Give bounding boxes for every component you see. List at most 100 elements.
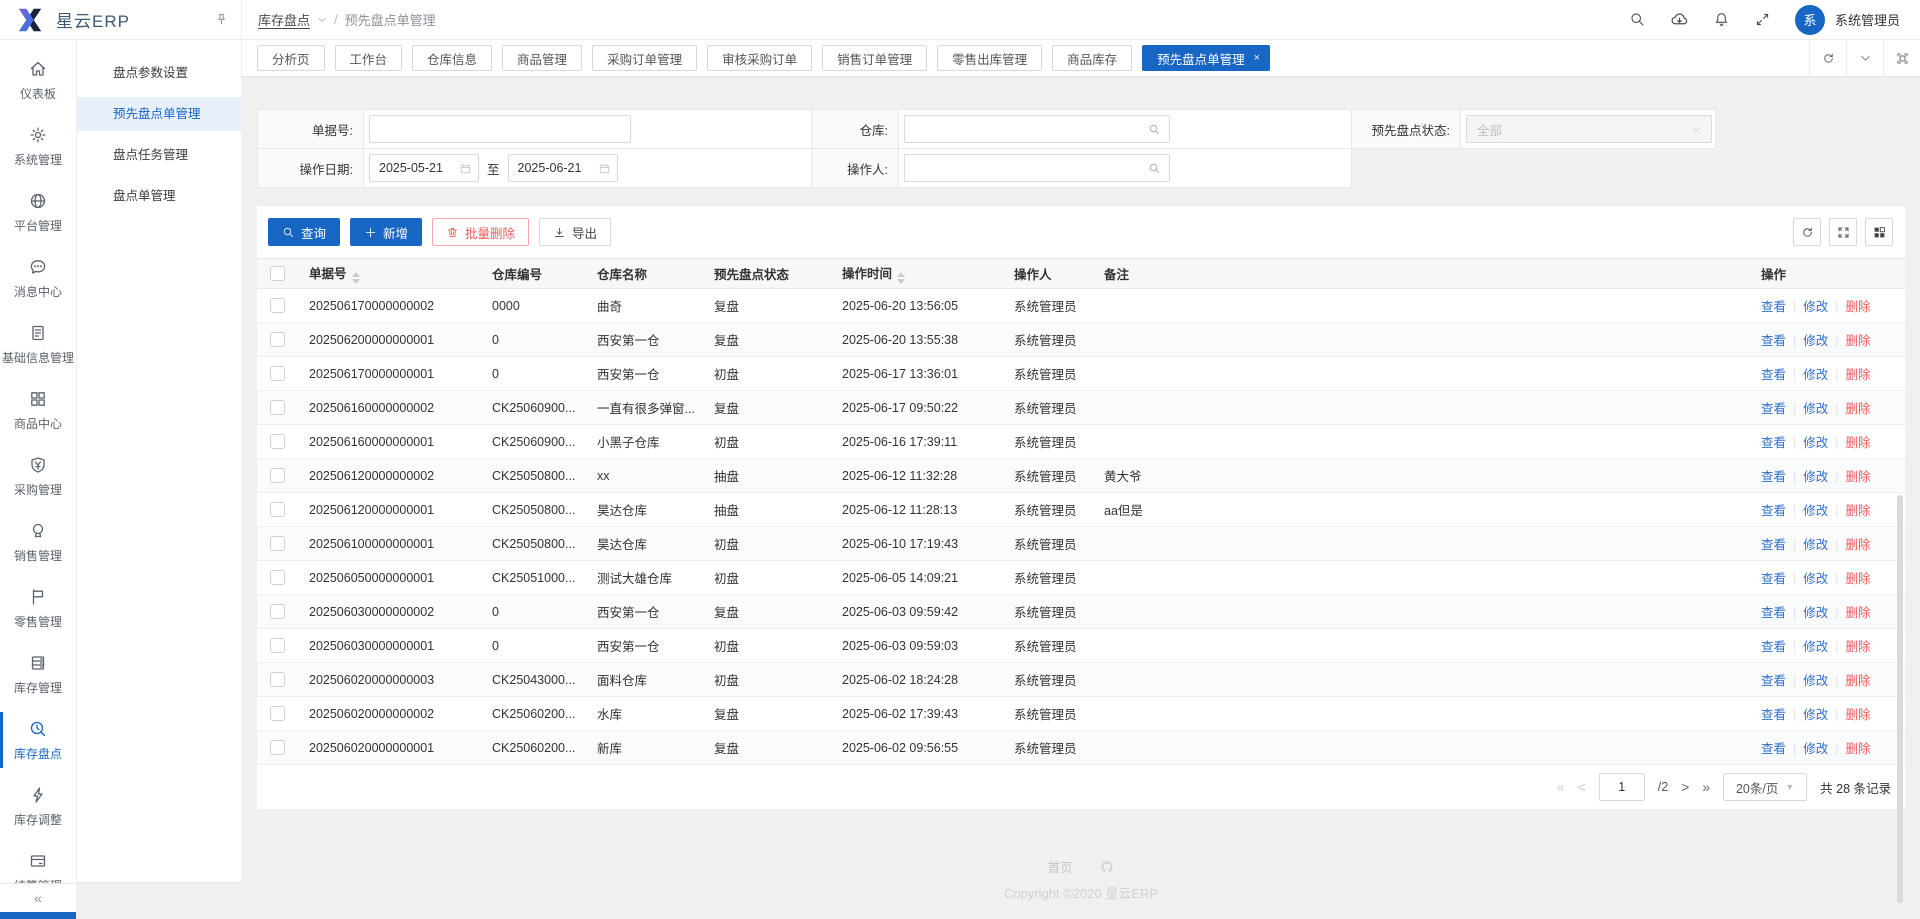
add-button[interactable]: 新增 [350,218,422,246]
delete-link[interactable]: 删除 [1846,402,1871,416]
sidebar-item-grid[interactable]: 商品中心 [0,386,76,434]
last-page-button[interactable]: » [1702,779,1710,795]
operator-search-icon[interactable] [1148,162,1161,175]
view-link[interactable]: 查看 [1761,436,1786,450]
row-checkbox[interactable] [270,366,285,381]
delete-link[interactable]: 删除 [1846,538,1871,552]
edit-link[interactable]: 修改 [1803,538,1828,552]
sidebar-item-stocktake[interactable]: 库存盘点 [0,716,76,764]
view-link[interactable]: 查看 [1761,538,1786,552]
tab-9[interactable]: 预先盘点单管理× [1142,45,1270,71]
submenu-item-1[interactable]: 预先盘点单管理 [77,97,241,131]
edit-link[interactable]: 修改 [1803,606,1828,620]
delete-link[interactable]: 删除 [1846,640,1871,654]
delete-link[interactable]: 删除 [1846,708,1871,722]
tab-0[interactable]: 分析页 [257,45,325,71]
sidebar-item-globe[interactable]: 平台管理 [0,188,76,236]
edit-link[interactable]: 修改 [1803,708,1828,722]
view-link[interactable]: 查看 [1761,640,1786,654]
tab-2[interactable]: 仓库信息 [412,45,492,71]
row-checkbox[interactable] [270,434,285,449]
view-link[interactable]: 查看 [1761,334,1786,348]
view-link[interactable]: 查看 [1761,470,1786,484]
date-to-input[interactable]: 2025-06-21 [508,154,618,182]
search-button[interactable]: 查询 [268,218,340,246]
edit-link[interactable]: 修改 [1803,436,1828,450]
sidebar-item-retail[interactable]: 零售管理 [0,584,76,632]
sidebar-item-home[interactable]: 仪表板 [0,56,76,104]
edit-link[interactable]: 修改 [1803,674,1828,688]
batch-delete-button[interactable]: 批量删除 [432,218,529,246]
delete-link[interactable]: 删除 [1846,606,1871,620]
next-page-button[interactable]: > [1681,779,1689,795]
delete-link[interactable]: 删除 [1846,470,1871,484]
edit-link[interactable]: 修改 [1803,470,1828,484]
submenu-item-0[interactable]: 盘点参数设置 [77,56,241,90]
row-checkbox[interactable] [270,570,285,585]
delete-link[interactable]: 删除 [1846,300,1871,314]
sidebar-item-gear[interactable]: 系统管理 [0,122,76,170]
sidebar-item-document[interactable]: 基础信息管理 [0,320,76,368]
column-header-0[interactable]: 单据号 [297,259,480,289]
sidebar-item-message[interactable]: 消息中心 [0,254,76,302]
submenu-item-3[interactable]: 盘点单管理 [77,179,241,213]
user-name[interactable]: 系统管理员 [1835,10,1900,29]
sidebar-item-purchase[interactable]: 采购管理 [0,452,76,500]
column-settings-icon[interactable] [1865,218,1893,246]
select-all-checkbox[interactable] [270,266,285,281]
edit-link[interactable]: 修改 [1803,368,1828,382]
warehouse-search-icon[interactable] [1148,123,1161,136]
expand-table-icon[interactable] [1829,218,1857,246]
view-link[interactable]: 查看 [1761,504,1786,518]
breadcrumb-section[interactable]: 库存盘点 [258,10,310,29]
edit-link[interactable]: 修改 [1803,300,1828,314]
cloud-download-icon[interactable] [1670,10,1689,29]
row-checkbox[interactable] [270,604,285,619]
page-size-select[interactable]: 20条/页 ▼ [1723,773,1807,801]
tab-7[interactable]: 零售出库管理 [937,45,1042,71]
delete-link[interactable]: 删除 [1846,742,1871,756]
chevron-down-icon[interactable] [317,15,327,25]
row-checkbox[interactable] [270,536,285,551]
pin-icon[interactable] [214,12,229,27]
sidebar-item-card[interactable]: 结算管理 [0,848,76,883]
tab-6[interactable]: 销售订单管理 [822,45,927,71]
delete-link[interactable]: 删除 [1846,334,1871,348]
edit-link[interactable]: 修改 [1803,504,1828,518]
warehouse-input[interactable] [904,115,1170,143]
tab-8[interactable]: 商品库存 [1052,45,1132,71]
view-link[interactable]: 查看 [1761,674,1786,688]
maximize-icon[interactable] [1883,40,1920,76]
export-button[interactable]: 导出 [539,218,611,246]
refresh-tab-icon[interactable] [1809,40,1846,76]
tab-close-icon[interactable]: × [1254,52,1260,64]
sidebar-collapse-button[interactable]: « [0,883,76,912]
tab-5[interactable]: 审核采购订单 [707,45,812,71]
row-checkbox[interactable] [270,706,285,721]
view-link[interactable]: 查看 [1761,402,1786,416]
delete-link[interactable]: 删除 [1846,436,1871,450]
edit-link[interactable]: 修改 [1803,402,1828,416]
tab-1[interactable]: 工作台 [335,45,403,71]
row-checkbox[interactable] [270,638,285,653]
bell-icon[interactable] [1713,11,1730,28]
prev-page-button[interactable]: < [1578,779,1586,795]
row-checkbox[interactable] [270,298,285,313]
row-checkbox[interactable] [270,468,285,483]
sidebar-item-adjust[interactable]: 库存调整 [0,782,76,830]
delete-link[interactable]: 删除 [1846,572,1871,586]
tab-3[interactable]: 商品管理 [502,45,582,71]
delete-link[interactable]: 删除 [1846,368,1871,382]
view-link[interactable]: 查看 [1761,606,1786,620]
edit-link[interactable]: 修改 [1803,742,1828,756]
row-checkbox[interactable] [270,672,285,687]
sort-icon[interactable] [352,272,360,284]
first-page-button[interactable]: « [1557,779,1565,795]
view-link[interactable]: 查看 [1761,742,1786,756]
delete-link[interactable]: 删除 [1846,504,1871,518]
edit-link[interactable]: 修改 [1803,640,1828,654]
column-header-4[interactable]: 操作时间 [830,259,1002,289]
submenu-item-2[interactable]: 盘点任务管理 [77,138,241,172]
edit-link[interactable]: 修改 [1803,572,1828,586]
status-select[interactable]: 全部 [1466,115,1712,143]
